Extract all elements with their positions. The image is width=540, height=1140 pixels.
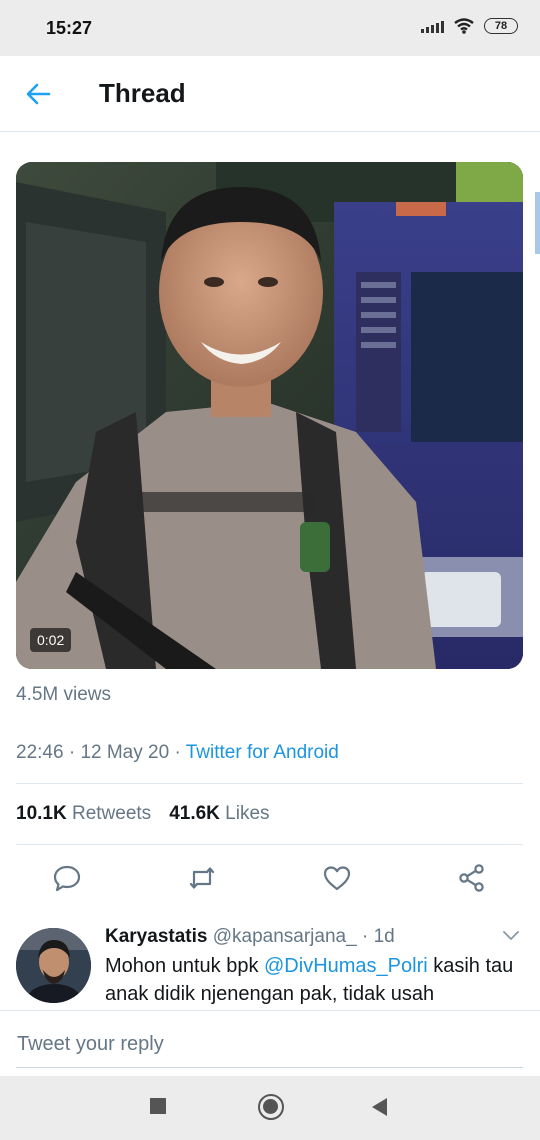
retweets-count: 10.1K bbox=[16, 803, 67, 824]
view-count: 4.5M views bbox=[16, 684, 112, 705]
recents-icon[interactable] bbox=[150, 1098, 166, 1114]
reply-composer[interactable]: Tweet your reply bbox=[0, 1010, 540, 1076]
video-duration-badge: 0:02 bbox=[30, 628, 72, 652]
reply-header: Karyastatis @kapansarjana_ · 1d bbox=[105, 926, 395, 948]
back-arrow-icon[interactable] bbox=[24, 80, 52, 108]
meta-separator: · bbox=[174, 742, 186, 763]
top-app-bar: Thread bbox=[0, 56, 540, 132]
tweet-meta: 22:46 · 12 May 20 · Twitter for Android bbox=[16, 742, 339, 764]
scrollbar-indicator[interactable] bbox=[535, 192, 540, 254]
avatar[interactable] bbox=[16, 928, 91, 1003]
battery-icon: 78 bbox=[484, 18, 518, 34]
like-icon[interactable] bbox=[322, 863, 352, 893]
divider bbox=[16, 783, 523, 784]
tweet-video[interactable] bbox=[16, 162, 523, 669]
reply-mention-link[interactable]: @DivHumas_Polri bbox=[264, 955, 428, 977]
home-icon[interactable] bbox=[258, 1094, 284, 1120]
likes-count: 41.6K bbox=[169, 803, 220, 824]
meta-separator: · bbox=[68, 742, 81, 763]
input-underline bbox=[16, 1067, 523, 1068]
reply-tweet[interactable]: Karyastatis @kapansarjana_ · 1d Mohon un… bbox=[0, 920, 540, 1010]
reply-text: Mohon untuk bpk @DivHumas_Polri kasih ta… bbox=[105, 952, 525, 1008]
page-title: Thread bbox=[99, 78, 186, 108]
reply-text-start: Mohon untuk bpk bbox=[105, 955, 264, 977]
reply-author-name[interactable]: Karyastatis bbox=[105, 926, 207, 947]
chevron-down-icon[interactable] bbox=[502, 930, 520, 942]
video-frame bbox=[16, 162, 523, 669]
cellular-signal-icon bbox=[421, 19, 444, 33]
retweets-stat[interactable]: 10.1K Retweets bbox=[16, 803, 151, 824]
avatar-image bbox=[16, 928, 91, 1003]
likes-label: Likes bbox=[225, 803, 270, 824]
status-time: 15:27 bbox=[46, 18, 93, 38]
share-icon[interactable] bbox=[457, 863, 487, 893]
system-nav-bar bbox=[0, 1076, 540, 1140]
engagement-stats: 10.1K Retweets 41.6K Likes bbox=[16, 803, 270, 825]
back-triangle-icon[interactable] bbox=[372, 1098, 387, 1116]
wifi-icon bbox=[454, 18, 474, 34]
likes-stat[interactable]: 41.6K Likes bbox=[169, 803, 269, 824]
reply-input-placeholder[interactable]: Tweet your reply bbox=[17, 1033, 164, 1056]
status-bar: 15:27 78 bbox=[0, 0, 540, 56]
reply-author-handle[interactable]: @kapansarjana_ bbox=[213, 926, 357, 947]
tweet-client-link[interactable]: Twitter for Android bbox=[186, 742, 339, 763]
tweet-time: 22:46 bbox=[16, 742, 64, 763]
retweet-icon[interactable] bbox=[187, 863, 217, 893]
reply-age: 1d bbox=[373, 926, 395, 947]
tweet-date: 12 May 20 bbox=[80, 742, 170, 763]
reply-icon[interactable] bbox=[52, 863, 82, 893]
retweets-label: Retweets bbox=[71, 803, 152, 824]
status-icons: 78 bbox=[421, 18, 518, 34]
meta-separator: · bbox=[361, 926, 374, 947]
divider bbox=[16, 844, 523, 845]
